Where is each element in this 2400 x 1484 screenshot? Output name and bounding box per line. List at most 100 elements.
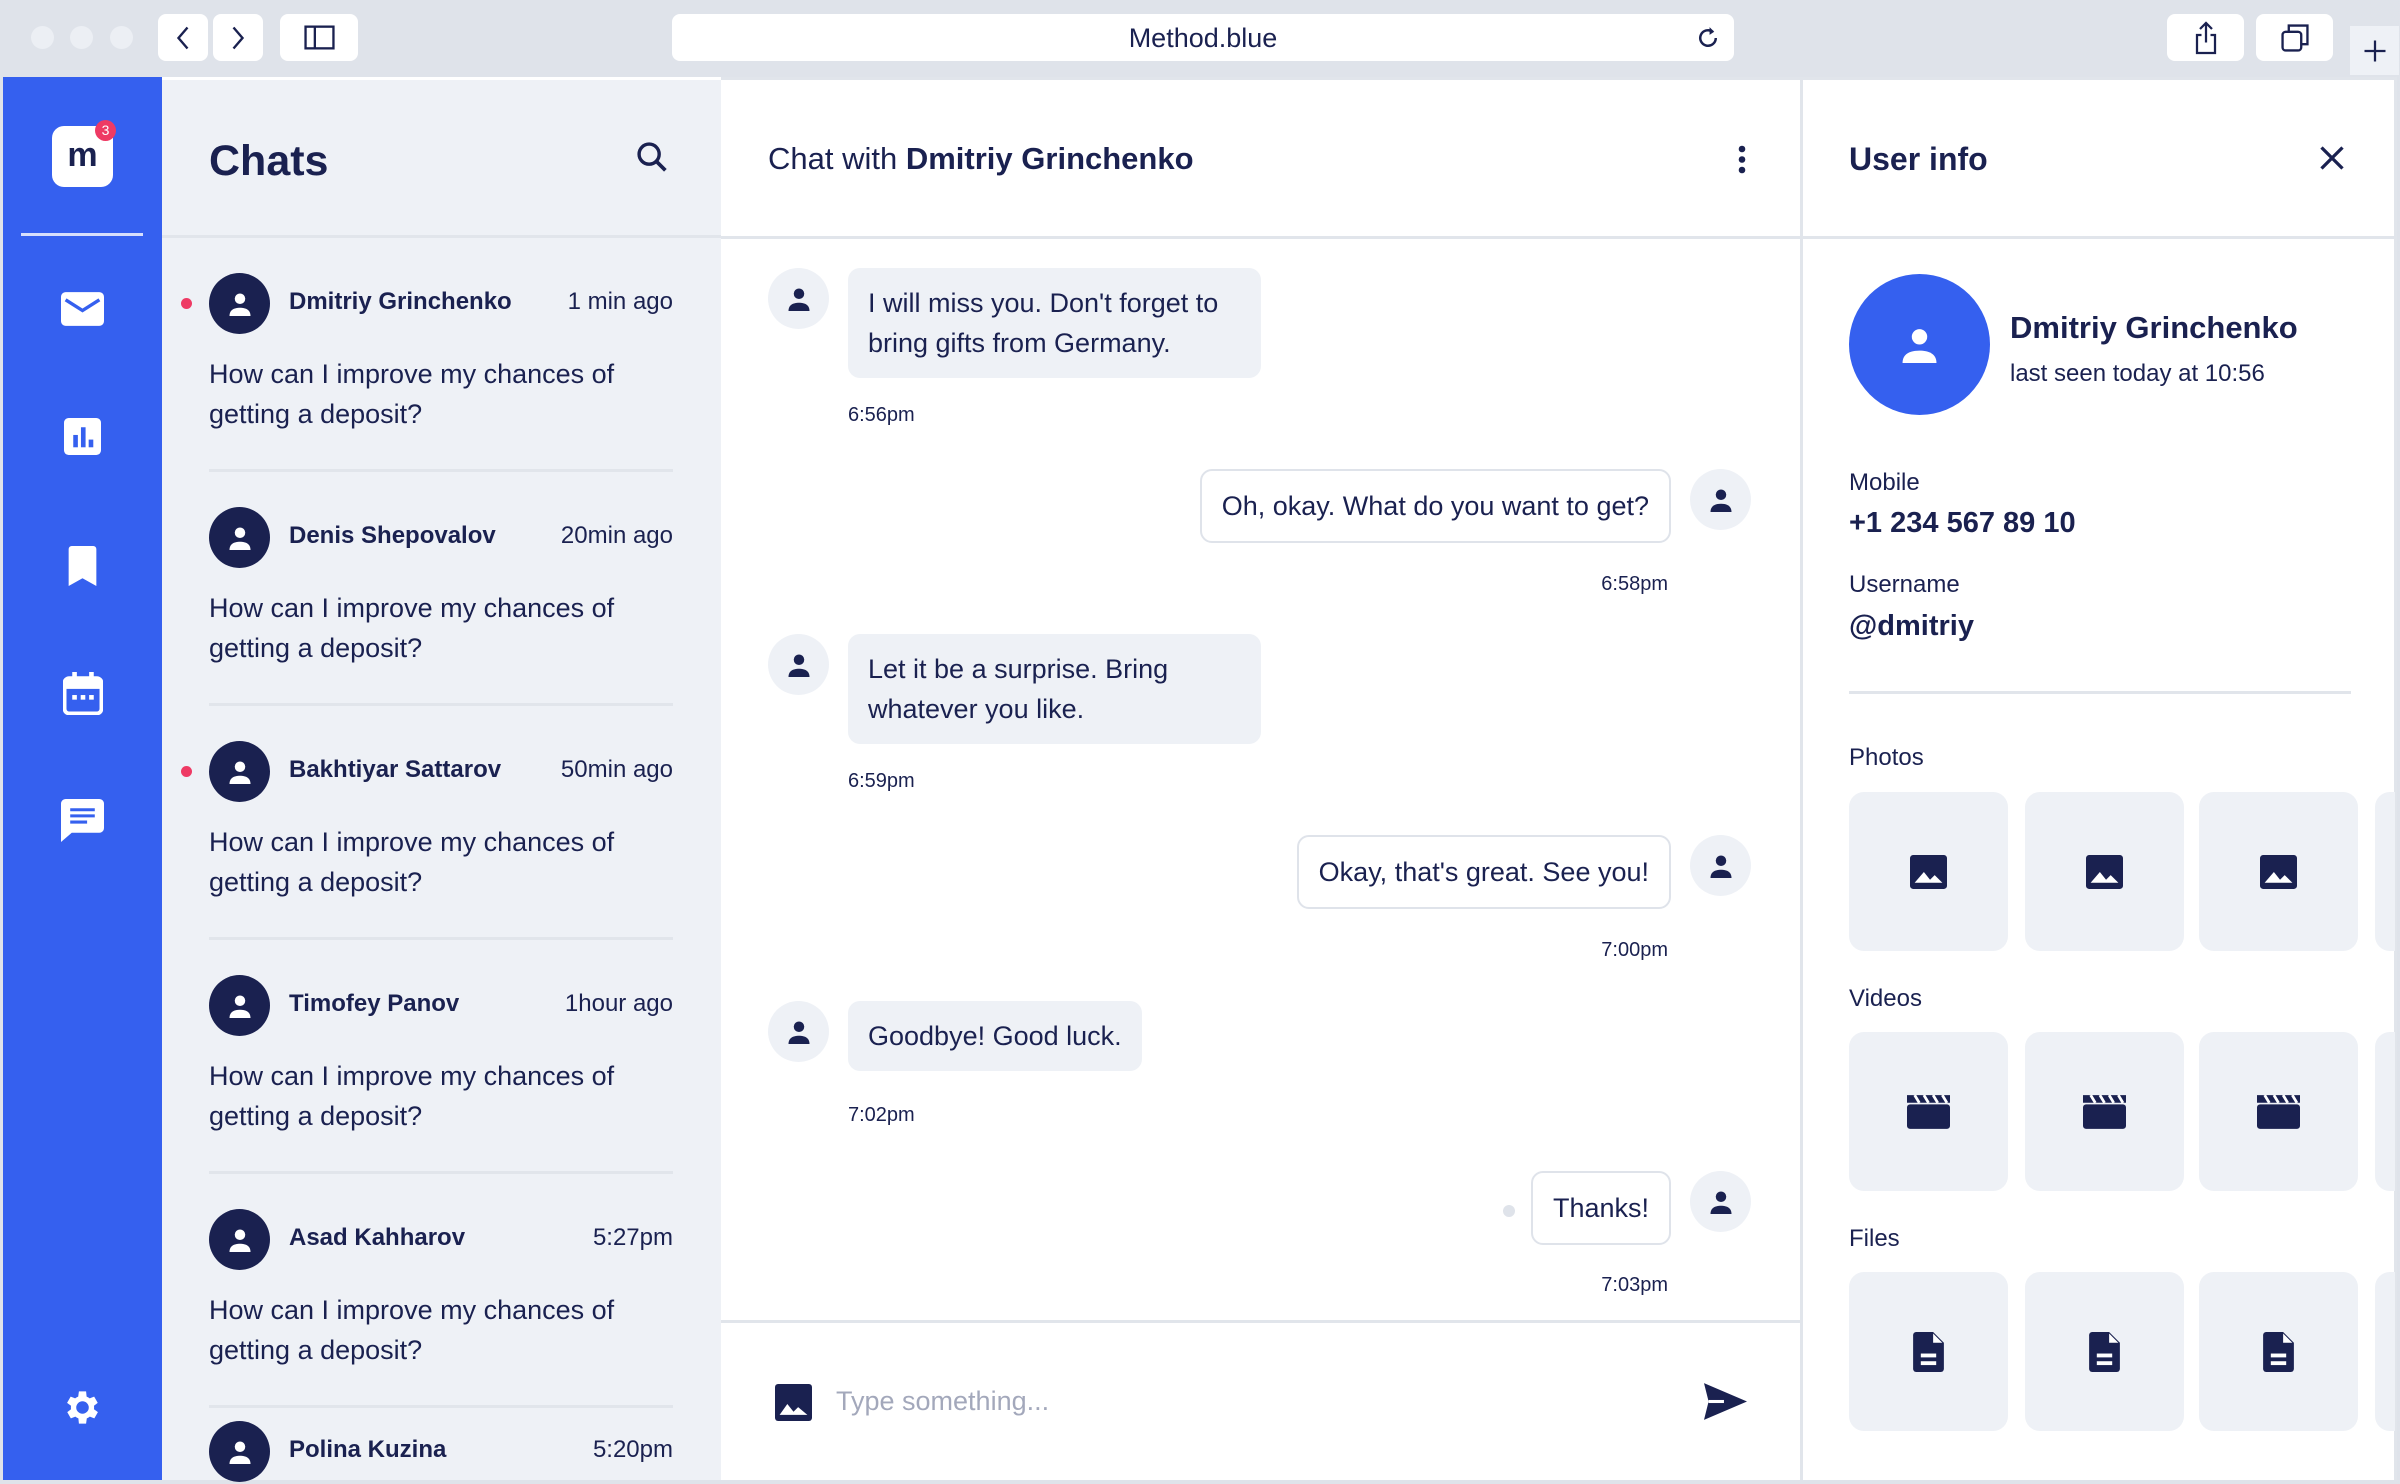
avatar bbox=[209, 1209, 270, 1270]
app-sidebar: m 3 bbox=[3, 77, 162, 1480]
user-info-title: User info bbox=[1849, 141, 1988, 177]
conversation-title: Chat with Dmitriy Grinchenko bbox=[768, 141, 1194, 177]
chat-list-item[interactable]: Polina Kuzina 5:20pm bbox=[209, 1408, 673, 1484]
file-thumbnail[interactable] bbox=[2025, 1272, 2184, 1431]
person-icon bbox=[229, 1229, 250, 1252]
chat-list-item[interactable]: Bakhtiyar Sattarov 50min ago How can I im… bbox=[181, 706, 673, 940]
file-thumbnail[interactable] bbox=[2375, 1272, 2395, 1431]
send-icon[interactable] bbox=[1704, 1383, 1747, 1420]
chat-contact-name: Denis Shepovalov bbox=[289, 522, 496, 549]
document-icon bbox=[2089, 1331, 2120, 1372]
sidebar-item-mail[interactable] bbox=[58, 284, 107, 333]
sidebar-item-calendar[interactable] bbox=[58, 669, 107, 718]
sidebar-item-messages[interactable] bbox=[58, 796, 107, 845]
info-divider bbox=[1849, 691, 2351, 694]
username-value[interactable]: @dmitriy bbox=[1849, 610, 1974, 643]
more-options-icon[interactable] bbox=[1736, 144, 1748, 175]
message-composer bbox=[721, 1320, 1800, 1483]
bookmark-icon bbox=[68, 545, 97, 586]
window-zoom-dot[interactable] bbox=[110, 26, 133, 49]
logo-letter: m bbox=[67, 136, 98, 174]
chat-preview: How can I improve my chances of getting … bbox=[209, 1295, 615, 1365]
chat-preview: How can I improve my chances of getting … bbox=[209, 593, 615, 663]
chat-contact-name: Bakhtiyar Sattarov bbox=[289, 756, 502, 783]
photo-thumbnail[interactable] bbox=[2025, 792, 2184, 951]
close-icon[interactable] bbox=[2320, 146, 2344, 170]
mail-icon bbox=[61, 291, 104, 326]
forward-button[interactable] bbox=[213, 14, 263, 61]
sidebar-icon bbox=[303, 25, 335, 50]
person-icon bbox=[1710, 1191, 1731, 1214]
back-button[interactable] bbox=[158, 14, 208, 61]
chats-title: Chats bbox=[209, 137, 329, 185]
notification-badge: 3 bbox=[95, 120, 116, 141]
video-thumbnail[interactable] bbox=[2025, 1032, 2184, 1191]
message-time: 6:58pm bbox=[1601, 573, 1668, 595]
sending-indicator bbox=[1503, 1205, 1515, 1217]
plus-icon bbox=[2364, 40, 2385, 61]
video-thumbnail[interactable] bbox=[1849, 1032, 2008, 1191]
image-icon bbox=[2260, 854, 2297, 889]
chat-list-item[interactable]: Asad Kahharov 5:27pm How can I improve my… bbox=[209, 1174, 673, 1408]
conversation-header: Chat with Dmitriy Grinchenko bbox=[721, 80, 1800, 239]
share-button[interactable] bbox=[2167, 14, 2244, 61]
sidebar-item-bookmarks[interactable] bbox=[58, 541, 107, 590]
new-tab-button[interactable] bbox=[2350, 26, 2399, 75]
window-minimize-dot[interactable] bbox=[70, 26, 93, 49]
chevron-right-icon bbox=[232, 26, 245, 49]
avatar bbox=[768, 1001, 829, 1062]
title-contact-name: Dmitriy Grinchenko bbox=[905, 141, 1194, 176]
video-thumbnail[interactable] bbox=[2375, 1032, 2395, 1191]
title-prefix: Chat with bbox=[768, 141, 898, 176]
person-icon bbox=[229, 761, 250, 784]
window-close-dot[interactable] bbox=[31, 26, 54, 49]
username-label: Username bbox=[1849, 571, 1960, 598]
chat-preview: How can I improve my chances of getting … bbox=[209, 1061, 615, 1131]
chat-contact-name: Polina Kuzina bbox=[289, 1436, 447, 1463]
video-thumbnail[interactable] bbox=[2199, 1032, 2358, 1191]
url-text: Method.blue bbox=[1128, 23, 1278, 53]
chat-time: 1 min ago bbox=[567, 288, 673, 315]
person-icon bbox=[788, 1021, 809, 1044]
videos-label: Videos bbox=[1849, 985, 1922, 1012]
message-bubble-incoming: I will miss you. Don't forget to bring g… bbox=[848, 268, 1261, 378]
address-bar[interactable]: Method.blue bbox=[672, 14, 1734, 61]
calendar-icon bbox=[62, 672, 103, 715]
mobile-label: Mobile bbox=[1849, 469, 1920, 496]
user-info-panel: User info Dmitriy Grinchenko last seen t… bbox=[1800, 77, 2397, 1480]
avatar bbox=[768, 268, 829, 329]
chat-list-item[interactable]: Timofey Panov 1hour ago How can I improve… bbox=[209, 940, 673, 1174]
chat-list-item[interactable]: Denis Shepovalov 20min ago How can I impr… bbox=[209, 472, 673, 706]
file-thumbnail[interactable] bbox=[2199, 1272, 2358, 1431]
photo-thumbnail[interactable] bbox=[1849, 792, 2008, 951]
image-icon bbox=[2086, 854, 2123, 889]
mobile-value[interactable]: +1 234 567 89 10 bbox=[1849, 507, 2076, 540]
photo-thumbnail[interactable] bbox=[2375, 792, 2395, 951]
unread-indicator bbox=[181, 298, 192, 309]
chevron-left-icon bbox=[176, 26, 189, 49]
message-time: 6:56pm bbox=[848, 404, 915, 426]
search-icon[interactable] bbox=[636, 141, 670, 175]
message-input[interactable] bbox=[836, 1378, 1662, 1424]
sidebar-toggle-button[interactable] bbox=[280, 14, 358, 61]
avatar bbox=[1690, 469, 1751, 530]
chat-list-item[interactable]: Dmitriy Grinchenko 1 min ago How can I im… bbox=[181, 238, 673, 472]
document-icon bbox=[2263, 1331, 2294, 1372]
file-thumbnail[interactable] bbox=[1849, 1272, 2008, 1431]
sidebar-item-stats[interactable] bbox=[58, 412, 107, 461]
user-avatar bbox=[1849, 274, 1990, 415]
avatar bbox=[768, 634, 829, 695]
chat-icon bbox=[61, 799, 104, 842]
files-label: Files bbox=[1849, 1225, 1900, 1252]
person-icon bbox=[229, 995, 250, 1018]
clapperboard-icon bbox=[2257, 1094, 2300, 1129]
person-icon bbox=[229, 1441, 250, 1464]
attach-image-icon[interactable] bbox=[775, 1384, 812, 1421]
person-icon bbox=[1902, 329, 1937, 363]
avatar bbox=[1690, 835, 1751, 896]
photo-thumbnail[interactable] bbox=[2199, 792, 2358, 951]
tabs-button[interactable] bbox=[2256, 14, 2333, 61]
settings-button[interactable] bbox=[58, 1383, 107, 1432]
reload-icon[interactable] bbox=[1694, 24, 1722, 52]
message-bubble-outgoing: Thanks! bbox=[1530, 1171, 1671, 1245]
